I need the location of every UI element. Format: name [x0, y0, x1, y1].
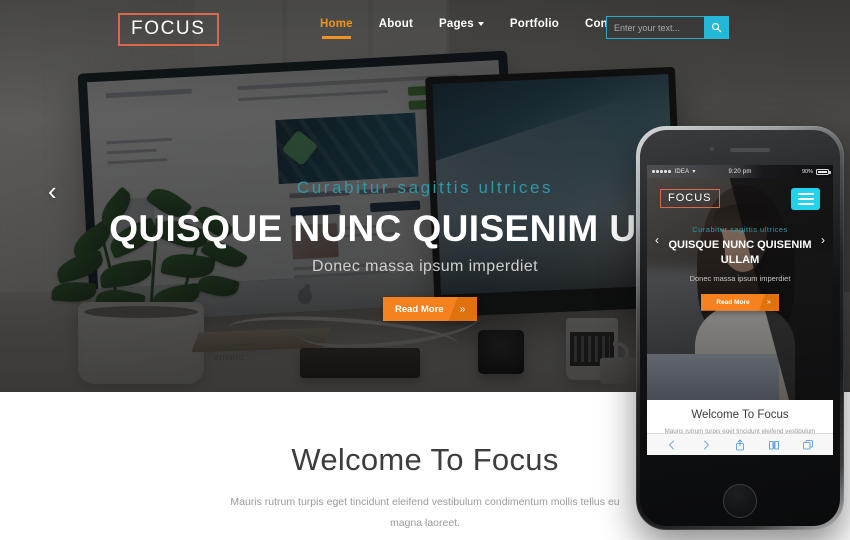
main-navigation: Home About Pages Portfolio Contact Us: [320, 18, 648, 39]
phone-hero-description: Donec massa ipsum imperdiet: [689, 273, 791, 283]
phone-home-button[interactable]: [723, 484, 757, 518]
nav-item-portfolio[interactable]: Portfolio: [510, 18, 559, 39]
wifi-icon: ▾: [692, 169, 696, 175]
nav-label-about: About: [378, 18, 413, 30]
nav-item-about[interactable]: About: [379, 18, 413, 39]
phone-hero-subtitle: Curabitur sagittis ultrices: [692, 225, 788, 234]
nav-label-portfolio: Portfolio: [509, 18, 559, 30]
phone-slider-content: Curabitur sagittis ultrices QUISQUE NUNC…: [647, 225, 833, 311]
back-icon[interactable]: [666, 439, 678, 451]
phone-screen: IDEA ▾ 9:20 pm 90% FOCUS ‹ › Curabitur s…: [647, 165, 833, 455]
page-root: envato FOCUS Home About Pages Portfolio …: [0, 0, 850, 540]
phone-site-header: FOCUS: [647, 178, 833, 224]
bookmarks-icon[interactable]: [768, 439, 780, 451]
status-bar-time: 9:20 pm: [728, 168, 752, 175]
phone-earpiece-speaker: [730, 148, 770, 152]
search-box: [606, 16, 729, 39]
forward-icon[interactable]: [700, 439, 712, 451]
chevron-down-icon: [477, 21, 484, 26]
share-icon[interactable]: [734, 439, 746, 451]
phone-front-camera: [709, 146, 715, 152]
phone-welcome-heading: Welcome To Focus: [691, 409, 789, 421]
site-header: FOCUS Home About Pages Portfolio Contact…: [0, 0, 850, 56]
signal-strength-icon: [652, 170, 671, 173]
site-logo[interactable]: FOCUS: [118, 13, 219, 46]
phone-status-bar: IDEA ▾ 9:20 pm 90%: [647, 165, 833, 178]
tabs-icon[interactable]: [802, 439, 814, 451]
battery-icon: [816, 168, 831, 175]
search-button[interactable]: [704, 16, 729, 39]
nav-label-pages: Pages: [438, 18, 474, 30]
welcome-body-text: Mauris rutrum turpis eget tincidunt elei…: [230, 496, 620, 529]
hamburger-menu-icon[interactable]: [791, 188, 820, 210]
phone-read-more-button[interactable]: Read More »: [701, 293, 779, 311]
nav-item-pages[interactable]: Pages: [439, 18, 484, 39]
phone-slider-prev-arrow[interactable]: ‹: [655, 233, 659, 247]
safari-toolbar: [647, 433, 833, 455]
search-input[interactable]: [606, 16, 704, 39]
hero-read-more-label: Read More: [383, 297, 458, 321]
nav-item-home[interactable]: Home: [320, 18, 353, 39]
nav-label-home: Home: [320, 18, 353, 30]
carrier-label: IDEA: [674, 168, 690, 175]
hero-read-more-button[interactable]: Read More »: [383, 297, 477, 321]
phone-read-more-label: Read More: [701, 294, 765, 311]
battery-percent-label: 90%: [801, 168, 813, 175]
phone-slider-next-arrow[interactable]: ›: [821, 233, 825, 247]
phone-site-logo[interactable]: FOCUS: [660, 189, 720, 208]
iphone-mockup: IDEA ▾ 9:20 pm 90% FOCUS ‹ › Curabitur s…: [636, 126, 844, 530]
search-icon: [712, 23, 722, 33]
phone-hero-title: QUISQUE NUNC QUISENIM ULLAM: [668, 239, 812, 266]
